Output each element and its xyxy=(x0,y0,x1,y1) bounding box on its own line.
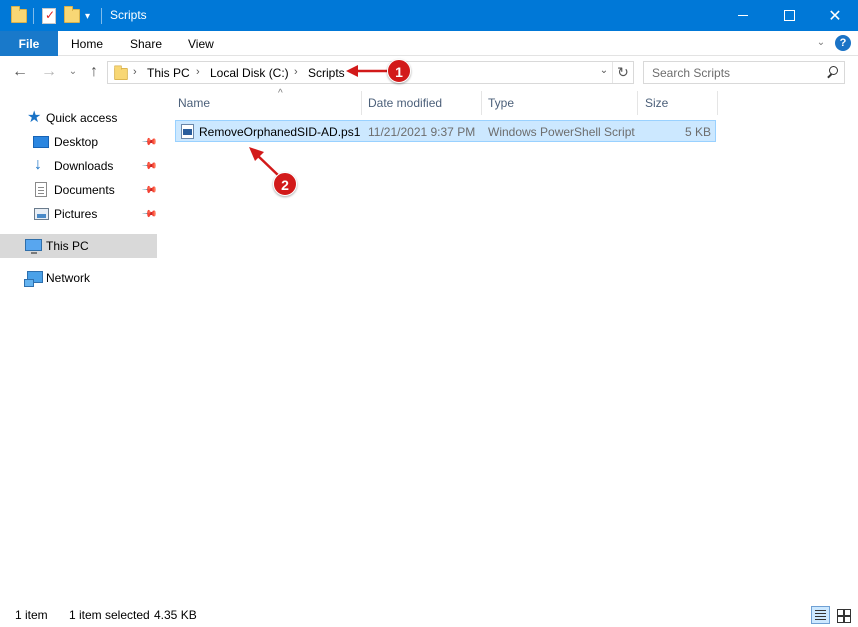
file-date-modified: 11/21/2021 9:37 PM xyxy=(368,125,476,139)
sidebar-item-pictures[interactable]: Pictures 📌 xyxy=(0,202,158,226)
column-divider[interactable] xyxy=(481,91,482,115)
pin-icon[interactable]: 📌 xyxy=(140,158,158,175)
details-view-icon[interactable] xyxy=(811,606,830,624)
pin-icon[interactable]: 📌 xyxy=(140,134,158,151)
ribbon-tabs: File Home Share View ⌄ ? xyxy=(0,31,858,56)
chevron-right-icon[interactable]: › xyxy=(294,66,298,78)
powershell-script-icon xyxy=(181,124,194,139)
title-separator-2 xyxy=(101,6,102,26)
file-list: Name ^ Date modified Type Size RemoveOrp… xyxy=(160,88,858,602)
network-icon xyxy=(24,271,43,287)
chevron-right-icon[interactable]: › xyxy=(133,66,137,78)
file-size: 5 KB xyxy=(684,125,711,139)
pin-icon[interactable]: 📌 xyxy=(140,206,158,223)
sidebar-item-downloads[interactable]: ↓ Downloads 📌 xyxy=(0,154,158,178)
maximize-button[interactable] xyxy=(766,0,812,31)
tab-share[interactable]: Share xyxy=(130,31,162,56)
status-selection: 1 item selected xyxy=(69,608,150,622)
close-button[interactable]: ✕ xyxy=(812,0,858,31)
breadcrumb-this-pc[interactable]: This PC xyxy=(147,66,190,80)
help-icon[interactable]: ? xyxy=(835,35,851,51)
column-header-size[interactable]: Size xyxy=(645,89,717,117)
window-title: Scripts xyxy=(110,8,147,22)
status-item-count: 1 item xyxy=(15,608,48,622)
column-header-type[interactable]: Type xyxy=(488,89,636,117)
desktop-icon xyxy=(33,136,49,148)
title-separator xyxy=(33,6,34,26)
download-icon: ↓ xyxy=(34,156,42,173)
documents-icon xyxy=(35,182,47,197)
search-icon[interactable] xyxy=(826,66,838,78)
address-dropdown-icon[interactable]: ⌄ xyxy=(597,65,611,76)
breadcrumb-scripts[interactable]: Scripts xyxy=(308,66,345,80)
tab-view[interactable]: View xyxy=(188,31,214,56)
sort-ascending-icon: ^ xyxy=(278,88,283,99)
column-header-date[interactable]: Date modified xyxy=(368,89,480,117)
sidebar-item-label: Network xyxy=(46,271,91,285)
callout-badge-2: 2 xyxy=(273,172,297,196)
sidebar-item-network[interactable]: Network xyxy=(0,266,157,290)
address-folder-icon xyxy=(114,65,128,80)
column-header-label: Type xyxy=(488,96,515,110)
column-header-label: Name xyxy=(178,96,211,110)
properties-icon[interactable] xyxy=(42,6,56,26)
pictures-icon xyxy=(34,208,49,220)
large-icons-view-icon[interactable] xyxy=(834,606,853,624)
star-icon: ★ xyxy=(27,109,42,126)
recent-locations-button[interactable]: ⌄ xyxy=(64,63,82,81)
file-name: RemoveOrphanedSID-AD.ps1 xyxy=(199,125,361,139)
expand-ribbon-icon[interactable]: ⌄ xyxy=(814,36,828,50)
new-folder-icon[interactable] xyxy=(64,6,80,26)
sidebar-item-label: This PC xyxy=(46,239,89,253)
up-button[interactable]: ↑ xyxy=(85,63,103,81)
tab-home[interactable]: Home xyxy=(71,31,103,56)
column-header-label: Size xyxy=(645,96,669,110)
sidebar-item-label: Quick access xyxy=(46,111,118,125)
column-divider[interactable] xyxy=(637,91,638,115)
customize-toolbar-icon[interactable]: ▾ xyxy=(85,6,90,26)
search-input[interactable] xyxy=(644,62,822,83)
file-type: Windows PowerShell Script xyxy=(488,125,635,139)
pin-icon[interactable]: 📌 xyxy=(140,182,158,199)
column-divider[interactable] xyxy=(361,91,362,115)
title-bar: ▾ Scripts ✕ xyxy=(0,0,858,31)
sidebar-item-label: Desktop xyxy=(54,135,99,149)
sidebar-item-label: Pictures xyxy=(54,207,98,221)
back-button[interactable]: ← xyxy=(11,63,29,81)
sidebar-item-label: Downloads xyxy=(54,159,114,173)
column-divider[interactable] xyxy=(717,91,718,115)
sidebar-item-this-pc[interactable]: This PC xyxy=(0,234,157,258)
navigation-pane: ★ Quick access Desktop 📌 ↓ Downloads 📌 D… xyxy=(0,89,160,602)
folder-icon xyxy=(11,6,27,26)
navigation-bar: ← → ⌄ ↑ › This PC › Local Disk (C:) › Sc… xyxy=(0,56,858,89)
chevron-right-icon[interactable]: › xyxy=(196,66,200,78)
computer-icon xyxy=(25,239,42,254)
breadcrumb-local-disk[interactable]: Local Disk (C:) xyxy=(210,66,289,80)
column-header-name[interactable]: Name ^ xyxy=(178,88,360,117)
table-row[interactable]: RemoveOrphanedSID-AD.ps1 11/21/2021 9:37… xyxy=(175,120,716,142)
minimize-button[interactable] xyxy=(720,0,766,31)
tab-file[interactable]: File xyxy=(0,31,58,56)
sidebar-item-desktop[interactable]: Desktop 📌 xyxy=(0,130,158,154)
sidebar-item-documents[interactable]: Documents 📌 xyxy=(0,178,158,202)
column-header-label: Date modified xyxy=(368,96,443,110)
status-selection-size: 4.35 KB xyxy=(154,608,197,622)
refresh-button[interactable]: ↻ xyxy=(612,62,633,83)
search-box xyxy=(643,61,845,84)
sidebar-item-label: Documents xyxy=(54,183,115,197)
forward-button[interactable]: → xyxy=(40,63,58,81)
status-bar: 1 item 1 item selected 4.35 KB xyxy=(0,602,858,627)
address-bar[interactable]: › This PC › Local Disk (C:) › Scripts ⌄ … xyxy=(107,61,634,84)
callout-badge-1: 1 xyxy=(387,59,411,83)
sidebar-item-quick-access[interactable]: ★ Quick access xyxy=(0,106,157,130)
